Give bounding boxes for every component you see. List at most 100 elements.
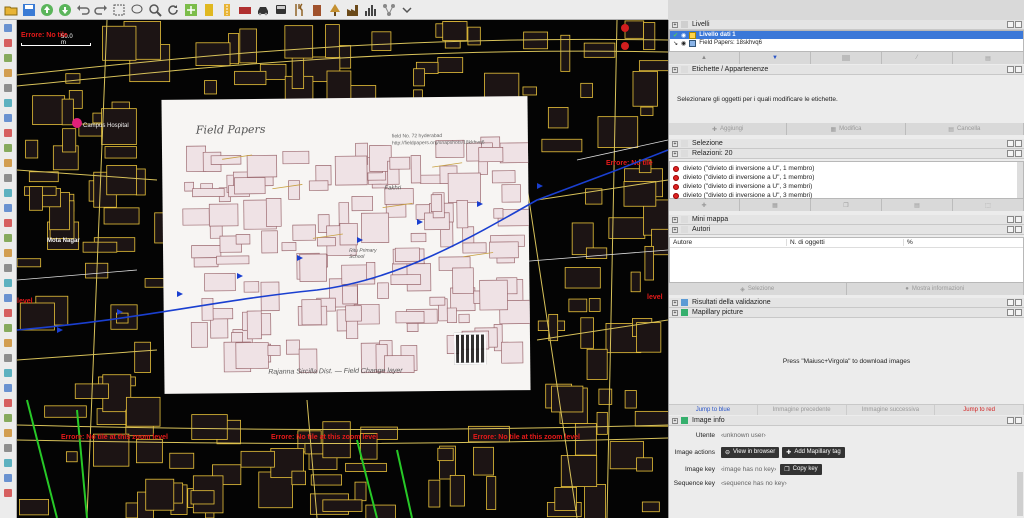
building[interactable] bbox=[597, 116, 639, 148]
building[interactable] bbox=[596, 411, 608, 435]
building[interactable] bbox=[588, 298, 601, 312]
building[interactable] bbox=[442, 21, 468, 41]
building[interactable] bbox=[486, 476, 497, 510]
check-tool-icon[interactable] bbox=[1, 366, 16, 380]
building[interactable] bbox=[522, 86, 537, 96]
info-tool-icon[interactable] bbox=[1, 456, 16, 470]
building[interactable] bbox=[413, 68, 425, 87]
move-down-button[interactable]: ▼ bbox=[740, 52, 811, 64]
select-members-button[interactable]: ⬚ bbox=[953, 199, 1024, 211]
building[interactable] bbox=[632, 70, 658, 107]
building[interactable] bbox=[65, 451, 78, 463]
zoom-in-tool-icon[interactable] bbox=[1, 81, 16, 95]
undo-icon[interactable] bbox=[74, 1, 91, 18]
bus-tool-icon[interactable] bbox=[1, 201, 16, 215]
building[interactable] bbox=[18, 499, 49, 516]
previous-image-button[interactable]: Immagine precedente bbox=[758, 405, 847, 415]
close-icon[interactable] bbox=[1015, 216, 1022, 223]
panel-scrollbar[interactable] bbox=[1017, 472, 1023, 516]
building[interactable] bbox=[28, 171, 59, 183]
building[interactable] bbox=[583, 42, 616, 58]
building[interactable] bbox=[541, 138, 583, 153]
download-tool-icon[interactable] bbox=[1, 411, 16, 425]
building[interactable] bbox=[284, 25, 314, 59]
hospital-icon[interactable] bbox=[72, 118, 82, 128]
building[interactable] bbox=[437, 447, 454, 462]
authors-dialog-header[interactable]: + Autori bbox=[669, 225, 1024, 235]
new-relation-button[interactable]: ✚ bbox=[669, 199, 740, 211]
cursor-tool-icon[interactable] bbox=[1, 276, 16, 290]
building[interactable] bbox=[586, 348, 608, 380]
place-tool-icon[interactable] bbox=[1, 336, 16, 350]
col-percent[interactable]: % bbox=[904, 239, 913, 246]
jump-to-red-button[interactable]: Jump to red bbox=[935, 405, 1024, 415]
building[interactable] bbox=[560, 455, 598, 487]
food-icon[interactable] bbox=[290, 1, 307, 18]
dock-icon[interactable] bbox=[1007, 299, 1014, 306]
building[interactable] bbox=[643, 22, 656, 51]
building[interactable] bbox=[190, 490, 215, 505]
relation-row[interactable]: divieto ("divieto di inversione a U", 3 … bbox=[670, 182, 1023, 191]
jump-to-blue-button[interactable]: Jump to blue bbox=[669, 405, 758, 415]
building[interactable] bbox=[62, 128, 77, 153]
relation-row[interactable]: divieto ("divieto di inversione a U", 3 … bbox=[670, 191, 1023, 200]
save-icon[interactable] bbox=[20, 1, 37, 18]
open-file-icon[interactable] bbox=[2, 1, 19, 18]
validation-dialog-header[interactable]: + Risultati della validazione bbox=[669, 298, 1024, 308]
close-icon[interactable] bbox=[1015, 417, 1022, 424]
opacity-button[interactable]: ⁄ bbox=[882, 52, 953, 64]
author-select-button[interactable]: ◈ Selezione bbox=[669, 283, 847, 295]
building[interactable] bbox=[191, 414, 228, 440]
add-tool-icon[interactable] bbox=[1, 261, 16, 275]
building[interactable] bbox=[325, 24, 340, 58]
wall-tool-icon[interactable] bbox=[1, 231, 16, 245]
building[interactable] bbox=[145, 478, 175, 511]
building-tool-icon[interactable] bbox=[1, 186, 16, 200]
area-icon[interactable] bbox=[236, 1, 253, 18]
building[interactable] bbox=[106, 165, 137, 196]
sidewalk-tool-icon[interactable] bbox=[1, 216, 16, 230]
building[interactable] bbox=[82, 241, 118, 253]
relation-row[interactable]: divieto ("divieto di inversione a U", 1 … bbox=[670, 173, 1023, 182]
building[interactable] bbox=[195, 42, 231, 66]
building[interactable] bbox=[144, 278, 165, 288]
tag-tool-icon[interactable] bbox=[1, 351, 16, 365]
zoom-out-tool-icon[interactable] bbox=[1, 96, 16, 110]
building[interactable] bbox=[523, 31, 549, 50]
visible-eye-icon[interactable]: ◉ bbox=[681, 32, 686, 39]
red-marker-icon[interactable] bbox=[621, 24, 629, 32]
relations-scrollbar[interactable] bbox=[1017, 162, 1023, 198]
activate-layer-button[interactable] bbox=[811, 52, 882, 64]
close-icon[interactable] bbox=[1015, 140, 1022, 147]
collapse-toggle-icon[interactable]: + bbox=[672, 21, 678, 28]
red-marker-icon[interactable] bbox=[621, 42, 629, 50]
close-icon[interactable] bbox=[1015, 150, 1022, 157]
add-tag-button[interactable]: ✚ Aggiungi bbox=[669, 123, 788, 135]
building[interactable] bbox=[322, 499, 363, 512]
select-icon[interactable] bbox=[110, 1, 127, 18]
building[interactable] bbox=[25, 139, 39, 159]
building[interactable] bbox=[371, 31, 392, 51]
parallel-tool-icon[interactable] bbox=[1, 171, 16, 185]
selection-dialog-header[interactable]: + Selezione bbox=[669, 139, 1024, 149]
building[interactable] bbox=[473, 446, 494, 476]
delete-layer-button[interactable]: ▤ bbox=[953, 52, 1024, 64]
delete-tag-button[interactable]: ▤ Cancella bbox=[906, 123, 1024, 135]
draw-way-tool-icon[interactable] bbox=[1, 51, 16, 65]
draw-node-tool-icon[interactable] bbox=[1, 36, 16, 50]
next-image-button[interactable]: Immagine successiva bbox=[847, 405, 936, 415]
minimap-dialog-header[interactable]: + Mini mappa bbox=[669, 215, 1024, 225]
building[interactable] bbox=[204, 80, 217, 95]
dock-icon[interactable] bbox=[1007, 140, 1014, 147]
building[interactable] bbox=[449, 474, 465, 507]
tree-icon[interactable] bbox=[326, 1, 343, 18]
building[interactable] bbox=[29, 186, 43, 211]
building[interactable] bbox=[61, 98, 74, 126]
combine-tool-icon[interactable] bbox=[1, 141, 16, 155]
zoom-icon[interactable] bbox=[146, 1, 163, 18]
building[interactable] bbox=[641, 501, 660, 513]
building[interactable] bbox=[104, 146, 137, 159]
building[interactable] bbox=[102, 25, 137, 61]
building[interactable] bbox=[636, 457, 653, 472]
layer-row-data[interactable]: ✔ ◉ Livello dati 1 bbox=[670, 31, 1023, 39]
